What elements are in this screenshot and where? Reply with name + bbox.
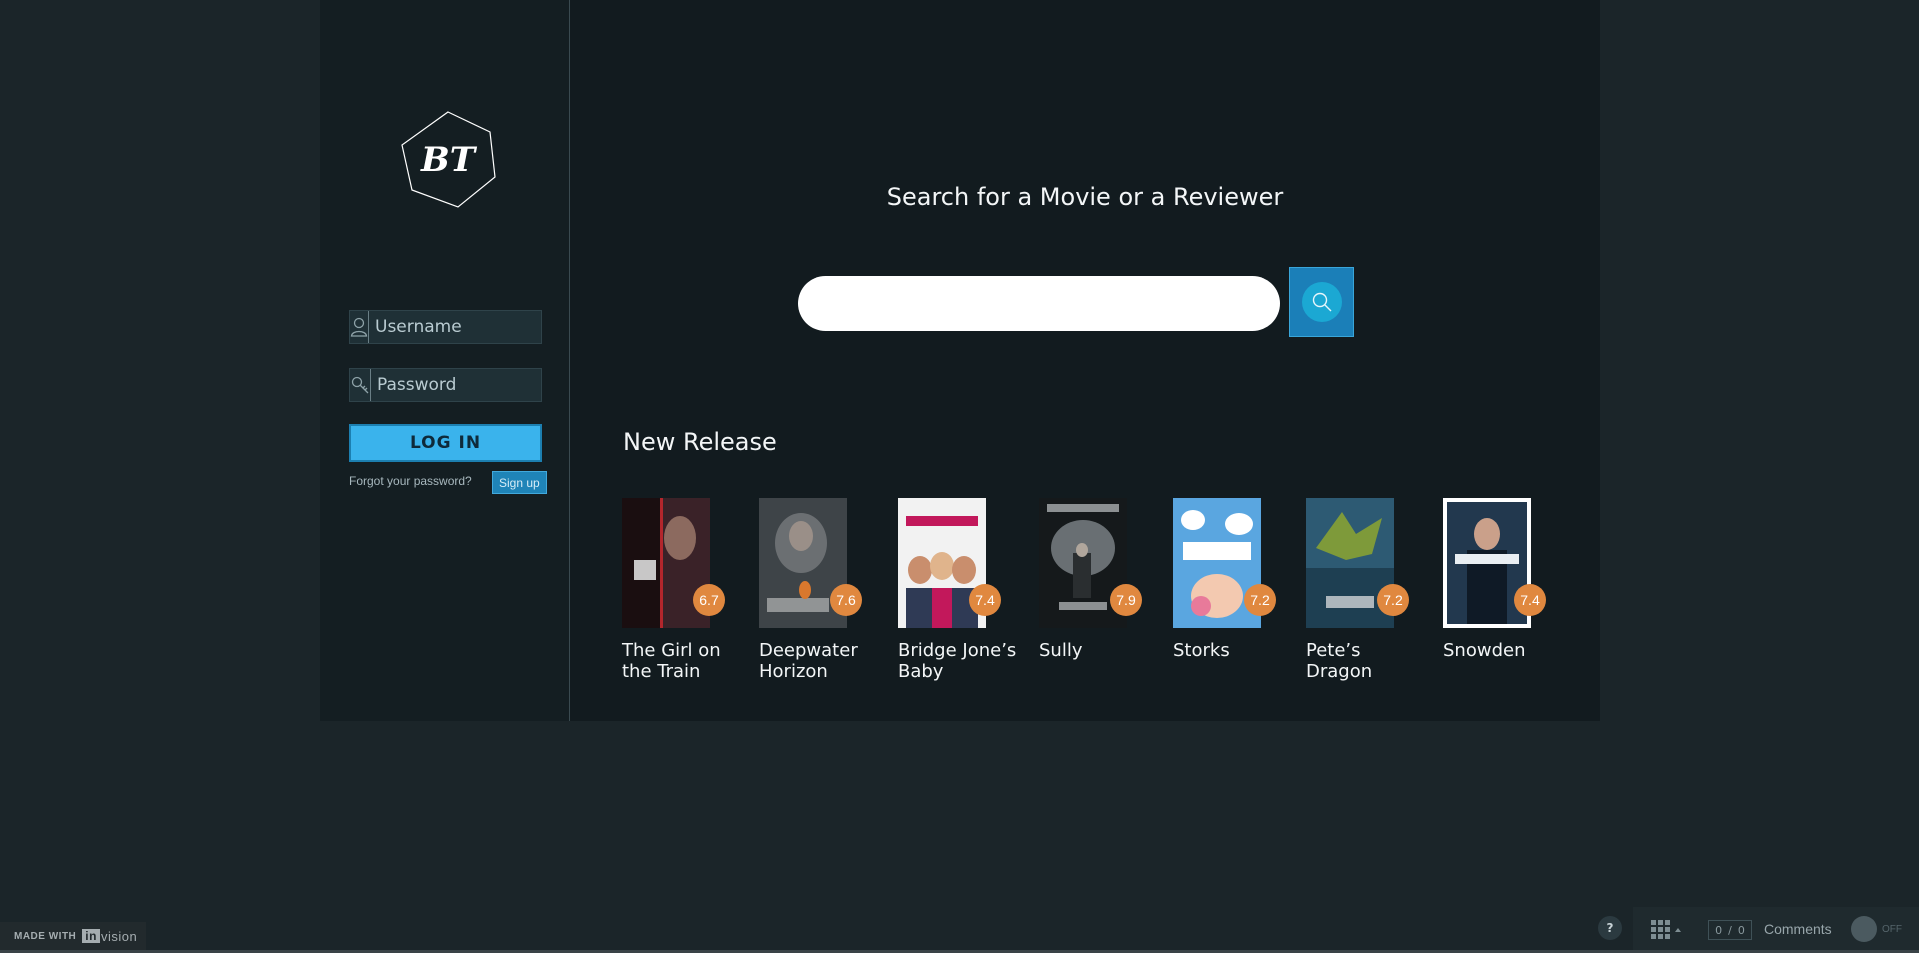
- movie-title[interactable]: The Girl on the Train: [622, 640, 742, 682]
- password-field[interactable]: [349, 368, 596, 402]
- rating-badge: 7.4: [1514, 584, 1546, 616]
- movie-card[interactable]: 7.9 Sully: [1039, 498, 1159, 661]
- invision-logo-vision: vision: [100, 928, 138, 944]
- rating-badge: 7.4: [969, 584, 1001, 616]
- grid-icon[interactable]: [1651, 920, 1685, 944]
- movie-card[interactable]: 7.4 Bridge Jone’s Baby: [898, 498, 1018, 682]
- movie-card[interactable]: 6.7 The Girl on the Train: [622, 498, 742, 682]
- comments-toggle[interactable]: OFF: [1851, 916, 1909, 942]
- movie-card[interactable]: 7.4 Snowden: [1443, 498, 1563, 661]
- movie-title[interactable]: Sully: [1039, 640, 1159, 661]
- toggle-label: OFF: [1882, 923, 1902, 935]
- rating-badge: 7.2: [1244, 584, 1276, 616]
- counter-divider: /: [1728, 923, 1732, 937]
- new-release-title: New Release: [623, 428, 777, 456]
- movie-card[interactable]: 7.2 Pete’s Dragon: [1306, 498, 1426, 682]
- movie-title[interactable]: Bridge Jone’s Baby: [898, 640, 1018, 682]
- search-title: Search for a Movie or a Reviewer: [886, 183, 1284, 211]
- sidebar: BT LOG IN Forgot your password? Sign u: [320, 0, 596, 721]
- search-input[interactable]: [798, 276, 1280, 331]
- help-button[interactable]: ?: [1598, 916, 1622, 940]
- movie-card[interactable]: 7.6 Deepwater Horizon: [759, 498, 879, 682]
- password-input[interactable]: [371, 369, 596, 401]
- counter-b: 0: [1737, 923, 1745, 937]
- movie-poster[interactable]: 7.4: [1443, 498, 1546, 628]
- movie-title[interactable]: Storks: [1173, 640, 1293, 661]
- rating-badge: 6.7: [693, 584, 725, 616]
- movie-title[interactable]: Deepwater Horizon: [759, 640, 879, 682]
- movie-poster[interactable]: 7.9: [1039, 498, 1142, 628]
- username-field[interactable]: [349, 310, 594, 344]
- rating-badge: 7.2: [1377, 584, 1409, 616]
- rating-badge: 7.9: [1110, 584, 1142, 616]
- movie-poster[interactable]: 7.6: [759, 498, 862, 628]
- toggle-knob: [1851, 916, 1877, 942]
- movie-poster[interactable]: 6.7: [622, 498, 725, 628]
- search-button[interactable]: [1289, 267, 1354, 337]
- comment-counter: 0 / 0: [1708, 920, 1752, 940]
- key-icon: [350, 369, 371, 401]
- signup-button[interactable]: Sign up: [492, 471, 547, 494]
- user-icon: [350, 311, 369, 343]
- forgot-password-link[interactable]: Forgot your password?: [349, 474, 472, 488]
- movie-poster[interactable]: 7.2: [1306, 498, 1409, 628]
- logo-text: BT: [420, 140, 476, 180]
- movie-poster[interactable]: 7.4: [898, 498, 1001, 628]
- login-button[interactable]: LOG IN: [349, 424, 542, 462]
- search-icon: [1301, 282, 1342, 322]
- invision-logo-in: in: [82, 929, 100, 943]
- movie-title[interactable]: Pete’s Dragon: [1306, 640, 1426, 682]
- app-panel: BT LOG IN Forgot your password? Sign u: [320, 0, 1600, 721]
- comments-button[interactable]: Comments: [1764, 921, 1832, 937]
- invision-badge[interactable]: MADE WITH in vision: [0, 922, 146, 950]
- username-input[interactable]: [369, 311, 594, 343]
- made-with-label: MADE WITH: [14, 930, 77, 942]
- rating-badge: 7.6: [830, 584, 862, 616]
- movie-card[interactable]: 7.2 Storks: [1173, 498, 1293, 661]
- movie-poster[interactable]: 7.2: [1173, 498, 1276, 628]
- logo[interactable]: BT: [398, 110, 498, 210]
- movie-title[interactable]: Snowden: [1443, 640, 1563, 661]
- counter-a: 0: [1715, 923, 1723, 937]
